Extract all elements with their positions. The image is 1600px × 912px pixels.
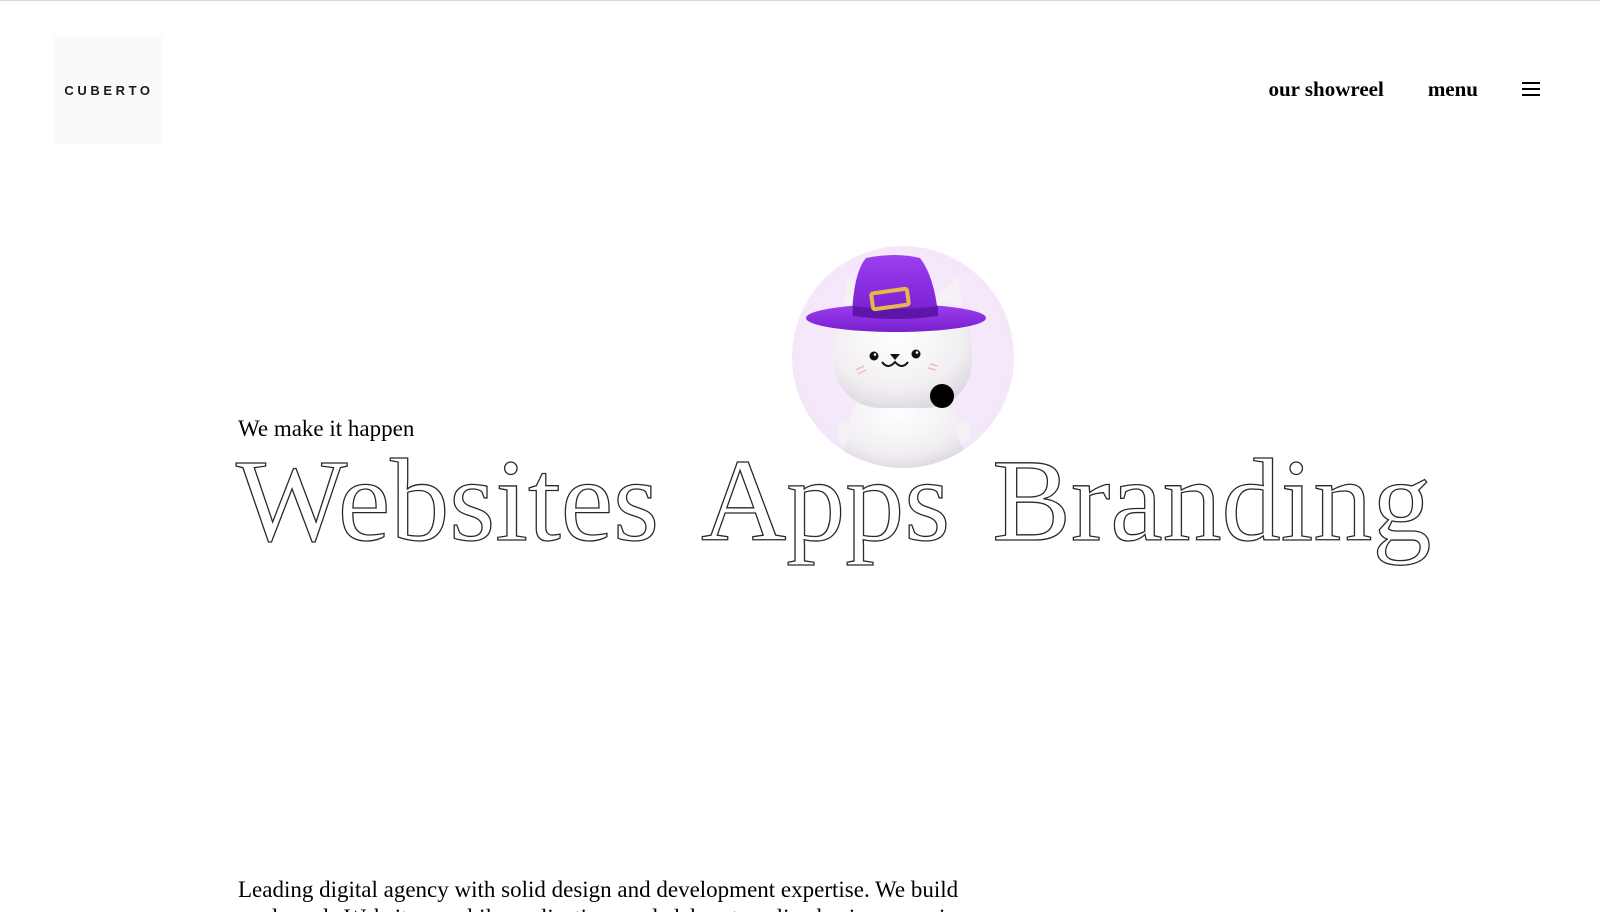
hero-headline: Websites Apps Branding <box>235 435 1536 566</box>
cursor-dot <box>930 384 954 408</box>
headline-word-apps: Apps <box>700 435 951 566</box>
headline-word-branding: Branding <box>992 435 1432 566</box>
hamburger-icon[interactable] <box>1522 82 1540 96</box>
logo: CUBERTO <box>64 82 154 98</box>
showreel-link[interactable]: our showreel <box>1269 77 1384 102</box>
intro-text: Leading digital agency with solid design… <box>238 877 980 912</box>
top-nav: our showreel menu <box>1269 72 1540 106</box>
menu-link[interactable]: menu <box>1428 77 1478 102</box>
logo-link[interactable]: CUBERTO <box>54 36 162 144</box>
top-border <box>0 0 1600 1</box>
headline-word-websites: Websites <box>235 435 660 566</box>
